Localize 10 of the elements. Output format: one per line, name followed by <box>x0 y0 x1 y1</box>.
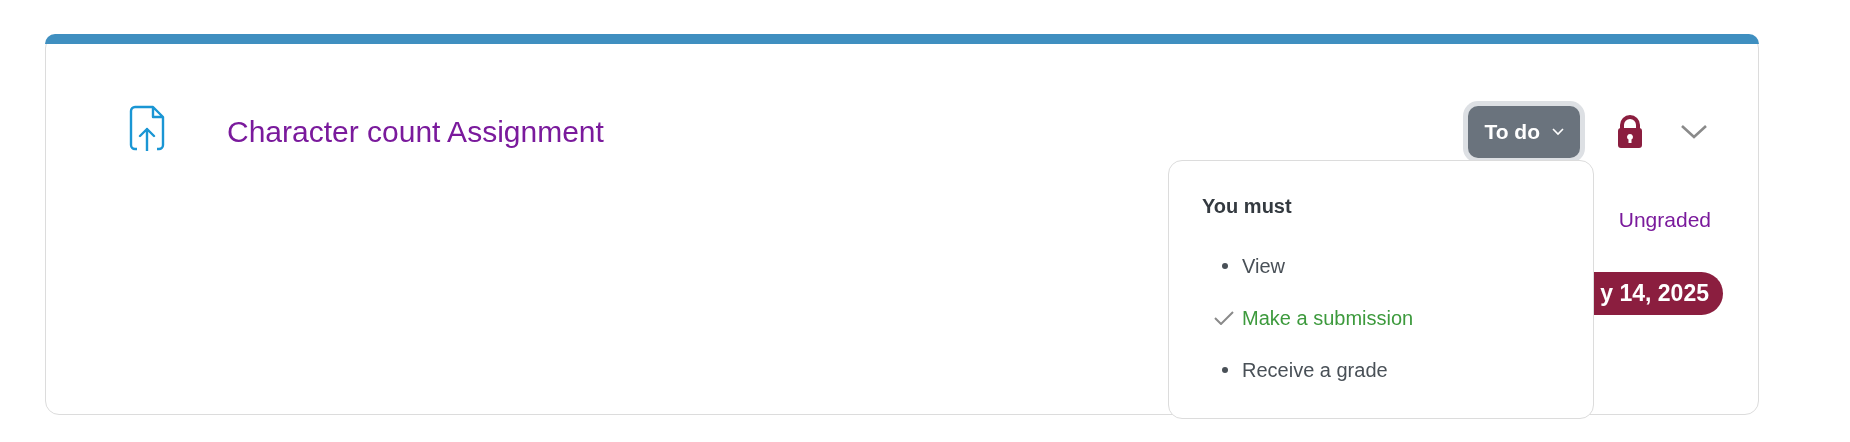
activity-title-link[interactable]: Character count Assignment <box>227 115 604 149</box>
expand-chevron-icon[interactable] <box>1680 124 1708 140</box>
requirement-text: Make a submission <box>1242 306 1414 330</box>
file-upload-icon <box>129 105 165 151</box>
lock-icon <box>1616 115 1644 149</box>
caret-icon <box>1552 128 1564 136</box>
requirement-text: View <box>1242 254 1285 278</box>
grade-text: Ungraded <box>1618 208 1712 232</box>
requirement-text: Receive a grade <box>1242 358 1388 382</box>
menu-heading: You must <box>1202 195 1293 218</box>
